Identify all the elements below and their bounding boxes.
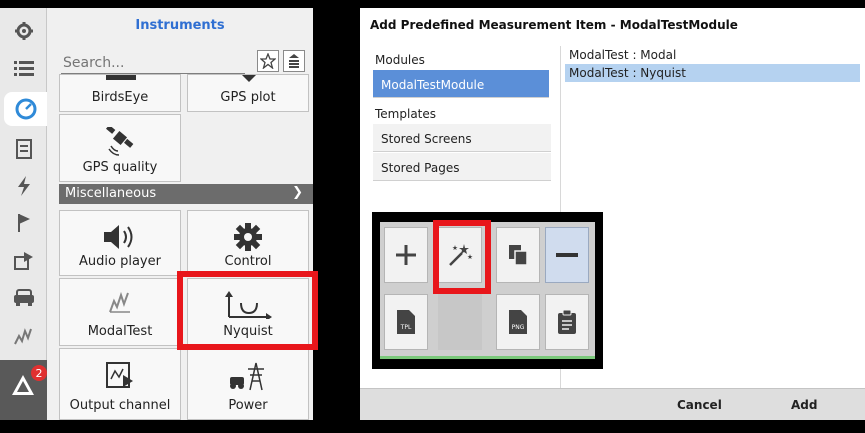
speaker-icon [60,223,180,251]
section-header-miscellaneous[interactable]: Miscellaneous ❯ [59,184,313,204]
list-item[interactable]: ModalTest : Nyquist [565,64,860,82]
clipboard-icon [558,310,576,334]
tile-gps-plot[interactable]: GPS plot [187,74,309,112]
duplicate-button[interactable] [496,227,540,283]
png-file-icon: PNG [509,310,527,334]
modules-header: Modules [375,53,425,67]
tile-modaltest[interactable]: ModalTest [59,278,181,346]
templates-header: Templates [375,107,437,121]
highlight-magic-wand [433,220,491,294]
dialog-footer: Cancel Add [360,388,865,420]
remove-item-button[interactable] [545,227,589,283]
tile-gps-quality[interactable]: GPS quality [59,114,181,182]
png-label: PNG [512,324,525,331]
dialog-title: Add Predefined Measurement Item - ModalT… [370,18,738,32]
modal-test-icon[interactable] [0,321,47,351]
flag-icon[interactable] [0,208,47,238]
export-icon[interactable] [0,246,47,276]
modal-test-icon [60,291,180,313]
add-button[interactable]: Add [791,398,817,412]
sidebar-strip: 2 [0,8,47,420]
favorite-star-icon[interactable] [257,50,279,72]
tile-label: GPS plot [220,90,276,105]
minus-icon [556,253,578,257]
output-channel-icon [60,361,180,389]
list-item[interactable]: ModalTest : Modal [565,46,860,64]
copy-icon [509,245,528,266]
chevron-down-icon: ❯ [292,185,303,200]
export-template-button[interactable]: TPL [384,294,428,350]
lightning-icon[interactable] [0,171,47,201]
instruments-gauge-icon[interactable] [4,92,47,126]
gear-icon [188,223,308,251]
tile-birdseye[interactable]: BirdsEye [59,74,181,112]
app-window: 2 Instruments BirdsEye GPS plot GPS qual… [0,0,865,433]
add-item-button[interactable] [384,227,428,283]
search-input[interactable] [61,50,245,74]
satellite-icon [60,127,180,157]
tpl-label: TPL [400,324,412,331]
section-label: Miscellaneous [65,186,157,201]
car-icon[interactable] [0,283,47,313]
tile-label: BirdsEye [91,90,149,105]
settings-gear-icon[interactable] [0,16,47,46]
export-png-button[interactable]: PNG [496,294,540,350]
palette-border [380,356,595,359]
tile-power[interactable]: Power [187,348,309,420]
nav-item-stored-screens[interactable]: Stored Screens [373,124,551,152]
cancel-button[interactable]: Cancel [677,398,722,412]
tpl-file-icon: TPL [397,310,415,334]
notification-badge: 2 [31,365,47,381]
plus-icon [396,245,416,265]
power-tower-icon [188,361,308,391]
instruments-panel: Instruments BirdsEye GPS plot GPS qualit… [47,8,313,420]
report-icon[interactable] [0,134,47,164]
tile-output-channel[interactable]: Output channel [59,348,181,420]
clipboard-button[interactable] [545,294,589,350]
nav-item-stored-pages[interactable]: Stored Pages [373,153,551,181]
tile-label: ModalTest [87,324,153,339]
birdseye-icon [106,75,136,80]
sort-list-icon[interactable] [283,50,305,72]
tile-label: Power [228,398,268,413]
tile-control[interactable]: Control [187,210,309,276]
empty-slot [438,294,482,350]
highlight-nyquist [177,271,318,350]
gps-plot-icon [242,75,256,82]
tile-label: Output channel [69,398,171,413]
tile-audio-player[interactable]: Audio player [59,210,181,276]
tile-label: Control [224,254,272,269]
nav-item-modaltestmodule[interactable]: ModalTestModule [373,70,549,98]
tile-label: GPS quality [82,160,158,175]
list-icon[interactable] [0,53,47,83]
tile-label: Audio player [79,254,161,269]
panel-title: Instruments [135,17,225,33]
